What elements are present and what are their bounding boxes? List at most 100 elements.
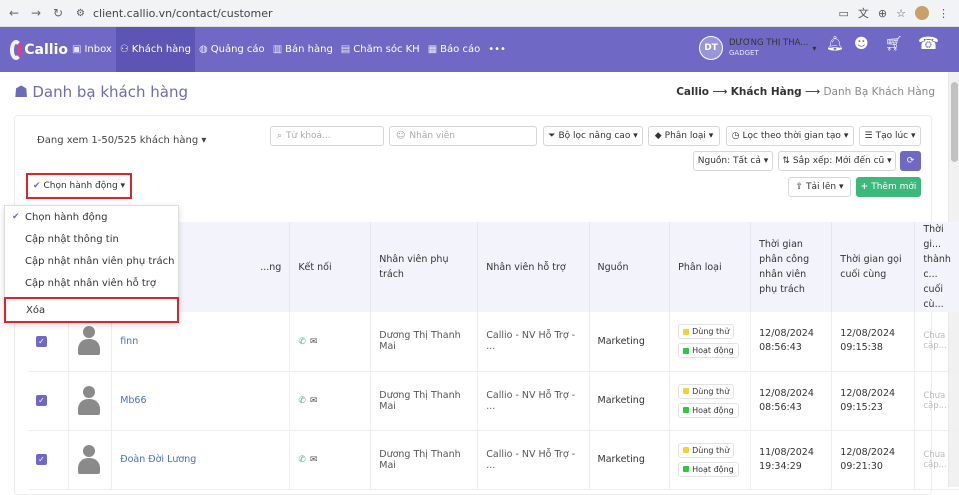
- source-filter-button[interactable]: Nguồn: Tất cả ▾: [693, 151, 773, 171]
- site-settings-icon[interactable]: ⚙: [76, 8, 85, 19]
- mail-icon[interactable]: ✉: [310, 455, 318, 465]
- forward-icon[interactable]: →: [28, 5, 44, 21]
- mail-icon[interactable]: ✉: [310, 337, 318, 347]
- source-label: Nguồn: Tất cả: [697, 156, 761, 166]
- date: 12/08/2024: [759, 387, 814, 399]
- browser-toolbar: ← → ↻ ⚙ client.callio.vn/contact/custome…: [0, 0, 959, 27]
- nav-label: Quảng cáo: [210, 44, 265, 55]
- row-source: Marketing: [589, 371, 671, 431]
- green-dot-icon: [683, 407, 690, 413]
- tag-trial: Dùng thử: [678, 442, 735, 458]
- date: 12/08/2024: [759, 328, 814, 340]
- row-last-call: 12/08/2024 09:21:30: [831, 430, 916, 490]
- nav-more[interactable]: •••: [484, 27, 510, 72]
- table-row[interactable]: ✓ Đoàn Đời Lương ✆ ✉ Dương Thị Thanh Mai …: [28, 430, 959, 490]
- header-assigned-time[interactable]: Thời gian phân công nhân viên phụ trách: [750, 222, 833, 312]
- inbox-icon: ▣: [72, 44, 82, 55]
- zoom-icon[interactable]: ⊕: [878, 7, 887, 20]
- logo-text: Callio: [24, 41, 68, 58]
- tag-active: Hoạt động: [678, 402, 739, 418]
- menu-item-update-info[interactable]: Cập nhật thông tin: [5, 228, 178, 250]
- phone-icon[interactable]: ✆: [298, 455, 306, 465]
- plus-icon: +: [860, 182, 869, 192]
- row-name[interactable]: Đoàn Đời Lương: [111, 430, 291, 490]
- nav-inbox[interactable]: ▣ Inbox: [68, 27, 116, 72]
- menu-item-label: Cập nhật thông tin: [25, 233, 119, 245]
- upload-button[interactable]: ⇪ Tải lên ▾: [788, 177, 851, 197]
- customer-name-link[interactable]: Mb66: [120, 395, 146, 406]
- back-icon[interactable]: ←: [6, 5, 22, 21]
- row-owner: Dương Thị Thanh Mai: [370, 430, 479, 490]
- contacts-icon[interactable]: ☻: [854, 36, 869, 52]
- advanced-filter-button[interactable]: ⏷ Bộ lọc nâng cao ▾: [543, 126, 643, 146]
- reload-icon[interactable]: ↻: [50, 5, 66, 21]
- table-row[interactable]: ✓ Mb66 ✆ ✉ Dương Thị Thanh Mai Callio - N…: [28, 371, 959, 431]
- nav-customer-care[interactable]: ▤ Chăm sóc KH: [337, 27, 424, 72]
- row-name[interactable]: Mb66: [111, 371, 291, 431]
- action-dropdown-menu: ✔ Chọn hành động Cập nhật thông tin Cập n…: [4, 205, 179, 323]
- row-owner: Dương Thị Thanh Mai: [370, 312, 479, 372]
- date: 12/08/2024: [840, 446, 896, 458]
- header-last-success[interactable]: Thời gi... thành c... cuối cù...: [914, 222, 959, 312]
- action-select[interactable]: ✔ Chọn hành động ▾: [26, 173, 132, 199]
- profile-avatar[interactable]: [915, 6, 929, 20]
- checkbox-checked[interactable]: ✓: [36, 335, 47, 347]
- star-icon[interactable]: ☆: [896, 7, 906, 20]
- header-owner[interactable]: Nhân viên phụ trách: [370, 222, 479, 312]
- row-last-call: 12/08/2024 09:15:23: [831, 371, 916, 431]
- menu-item-delete[interactable]: Xóa: [4, 297, 179, 323]
- row-connect: ✆ ✉: [289, 371, 372, 431]
- customer-name-link[interactable]: Đoàn Đời Lương: [120, 454, 196, 465]
- time-filter-button[interactable]: ◷ Lọc theo thời gian tạo ▾: [726, 126, 854, 146]
- avatar-placeholder-icon: [77, 326, 101, 356]
- phone-icon[interactable]: ✆: [298, 396, 306, 406]
- translate-icon[interactable]: 文: [858, 5, 869, 21]
- cast-icon[interactable]: ▭: [839, 7, 849, 20]
- header-support[interactable]: Nhân viên hỗ trợ: [477, 222, 590, 312]
- mail-icon[interactable]: ✉: [310, 396, 318, 406]
- refresh-button[interactable]: ⟳: [900, 151, 921, 171]
- menu-item-select-action[interactable]: ✔ Chọn hành động: [5, 206, 178, 228]
- callio-logo[interactable]: Callio: [10, 39, 68, 60]
- user-company: GADGET: [729, 49, 759, 57]
- breadcrumb-arrow-icon: ⟶: [712, 86, 728, 98]
- nav-sales[interactable]: ▥ Bán hàng: [269, 27, 337, 72]
- phone-icon[interactable]: ☎: [918, 34, 939, 54]
- yellow-dot-icon: [683, 388, 690, 394]
- menu-item-label: Cập nhật nhân viên hỗ trợ: [25, 277, 157, 289]
- nav-reports[interactable]: ▦ Báo cáo: [424, 27, 484, 72]
- sort-button[interactable]: ⇅ Sắp xếp: Mới đến cũ ▾: [778, 151, 896, 171]
- bell-icon[interactable]: 🔔︎: [826, 36, 844, 52]
- staff-input[interactable]: ☺ Nhân viên: [389, 126, 537, 146]
- viewing-count[interactable]: Đang xem 1-50/525 khách hàng ▾: [37, 135, 206, 146]
- breadcrumb-home[interactable]: Callio: [676, 86, 709, 98]
- menu-dots-icon[interactable]: ⋮: [938, 7, 949, 20]
- search-icon: ⌕: [277, 131, 283, 141]
- checkbox-checked[interactable]: ✓: [36, 395, 47, 406]
- nav-customers[interactable]: ⚇ Khách hàng: [115, 27, 195, 72]
- header-category[interactable]: Phân loại: [669, 222, 752, 312]
- row-support: Callio - NV Hỗ Trợ - ...: [477, 430, 590, 490]
- row-select[interactable]: ✓: [28, 371, 70, 431]
- menu-item-update-owner[interactable]: Cập nhật nhân viên phụ trách: [5, 250, 178, 272]
- menu-item-update-support[interactable]: Cập nhật nhân viên hỗ trợ: [5, 272, 178, 294]
- nav-ads[interactable]: ◍ Quảng cáo: [195, 27, 269, 72]
- user-menu[interactable]: DT DƯƠNG THỊ THA... GADGET ▾: [699, 36, 816, 60]
- sort-icon: ⇅: [782, 156, 790, 166]
- keyword-search-input[interactable]: ⌕ Từ khoá...: [270, 126, 384, 146]
- customer-name-link[interactable]: finn: [120, 336, 138, 347]
- tag-label: Dùng thử: [692, 327, 730, 337]
- cart-icon[interactable]: 🛒︎: [885, 36, 903, 52]
- add-new-button[interactable]: + Thêm mới: [856, 177, 921, 197]
- breadcrumb-customers[interactable]: Khách Hàng: [731, 86, 802, 98]
- checkbox-checked[interactable]: ✓: [36, 454, 47, 465]
- chevron-down-icon: ▾: [812, 43, 817, 53]
- row-select[interactable]: ✓: [28, 430, 70, 490]
- header-source[interactable]: Nguồn: [589, 222, 671, 312]
- created-at-button[interactable]: ☰ Tạo lúc ▾: [859, 126, 921, 146]
- address-bar[interactable]: ⚙ client.callio.vn/contact/customer: [76, 7, 273, 20]
- scrollbar-thumb[interactable]: [951, 82, 958, 162]
- phone-icon[interactable]: ✆: [298, 337, 306, 347]
- header-last-call[interactable]: Thời gian gọi cuối cùng: [831, 222, 916, 312]
- category-button[interactable]: ◆ Phân loại ▾: [648, 126, 720, 146]
